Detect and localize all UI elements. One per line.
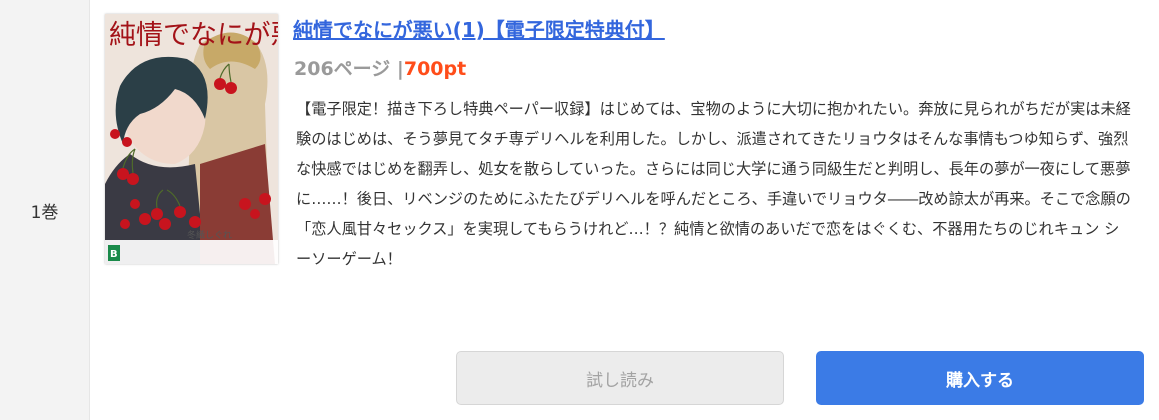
book-cover[interactable]: 純情でなにが悪い 冬織しぐれ B bbox=[105, 14, 278, 264]
volume-label: 1巻 bbox=[30, 202, 59, 223]
cover-author-text: 冬織しぐれ bbox=[187, 229, 232, 241]
cover-illustration: 純情でなにが悪い 冬織しぐれ B bbox=[105, 14, 278, 264]
volume-column: 1巻 bbox=[0, 0, 90, 420]
book-meta: 206ページ |700pt bbox=[294, 54, 466, 81]
cover-publisher-mark: B bbox=[110, 249, 118, 260]
book-title-link[interactable]: 純情でなにが悪い(1)【電子限定特典付】 bbox=[293, 14, 665, 43]
page-count: 206ページ bbox=[294, 58, 391, 80]
cover-title-text: 純情でなにが悪い bbox=[109, 20, 278, 51]
volume-row: 1巻 純情でなにが 冬織しぐれ B 純情でなにが悪い(1)【電子限定特典付】 2… bbox=[0, 0, 1159, 420]
trial-read-button[interactable]: 試し読み bbox=[456, 351, 784, 405]
book-description: 【電子限定！描き下ろし特典ペーパー収録】はじめては、宝物のように大切に抱かれたい… bbox=[296, 100, 1131, 268]
price: 700pt bbox=[403, 58, 467, 80]
buy-button[interactable]: 購入する bbox=[816, 351, 1144, 405]
meta-separator: | bbox=[396, 58, 404, 80]
